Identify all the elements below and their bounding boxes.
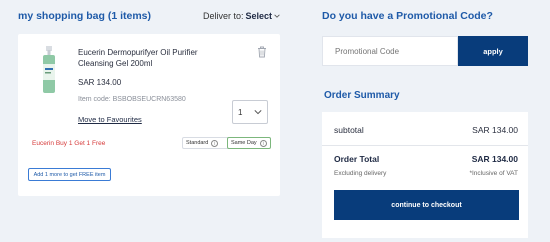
subtotal-value: SAR 134.00 — [472, 125, 518, 135]
deliver-to-value: Select — [245, 11, 272, 21]
excluding-delivery-text: Excluding delivery — [334, 170, 387, 177]
order-summary-card: subtotal SAR 134.00 Order Total SAR 134.… — [322, 112, 528, 238]
subtotal-label: subtotal — [334, 125, 364, 135]
quantity-value: 1 — [238, 107, 243, 117]
product-price: SAR 134.00 — [78, 78, 122, 87]
quantity-select[interactable]: 1 — [232, 100, 268, 124]
bag-header: my shopping bag (1 items) Deliver to: Se… — [18, 10, 280, 22]
item-code: Item code: BSBOBSEUCRN63580 — [78, 96, 186, 103]
promo-code-title: Do you have a Promotional Code? — [322, 10, 493, 22]
subtotal-row: subtotal SAR 134.00 — [334, 125, 518, 135]
product-image[interactable] — [38, 46, 60, 94]
order-summary-title: Order Summary — [324, 90, 400, 101]
order-total-value: SAR 134.00 — [471, 154, 518, 164]
trash-icon[interactable] — [257, 46, 267, 58]
cart-item-card: Eucerin Dermopurifyer Oil Purifier Clean… — [18, 34, 280, 196]
bag-title: my shopping bag (1 items) — [18, 10, 152, 22]
chevron-down-icon — [254, 110, 262, 115]
promo-code-input[interactable] — [322, 36, 458, 66]
deliver-to-selector[interactable]: Deliver to: Select — [203, 11, 280, 21]
shipping-standard-label: Standard — [186, 140, 209, 146]
order-total-label: Order Total — [334, 154, 380, 164]
move-to-favourites-link[interactable]: Move to Favourites — [78, 115, 142, 124]
continue-to-checkout-button[interactable]: continue to checkout — [334, 190, 519, 220]
apply-button[interactable]: apply — [458, 36, 528, 66]
shipping-option-same-day[interactable]: Same Day i — [227, 137, 271, 149]
info-icon[interactable]: i — [259, 139, 267, 147]
vat-note: *Inclusive of VAT — [469, 170, 518, 177]
shipping-sameday-label: Same Day — [231, 140, 257, 146]
deliver-to-label: Deliver to: — [202, 11, 244, 21]
order-total-row: Order Total SAR 134.00 — [334, 154, 518, 164]
divider — [322, 145, 528, 146]
promo-offer-text: Eucerin Buy 1 Get 1 Free — [32, 140, 106, 147]
delivery-note-row: Excluding delivery *Inclusive of VAT — [334, 170, 518, 177]
chevron-down-icon — [274, 14, 280, 18]
product-name[interactable]: Eucerin Dermopurifyer Oil Purifier Clean… — [78, 47, 228, 69]
info-icon[interactable]: i — [211, 139, 219, 147]
add-more-free-item-button[interactable]: Add 1 more to get FREE item — [28, 168, 111, 181]
